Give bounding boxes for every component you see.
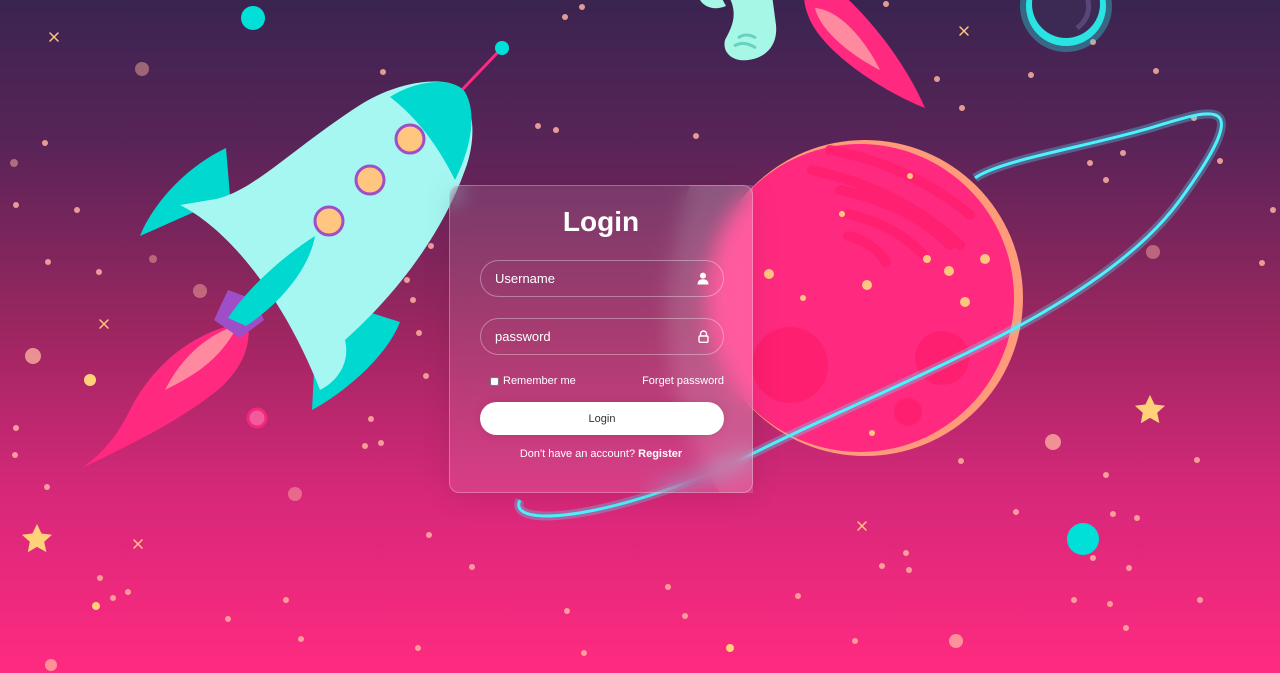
lock-icon	[696, 330, 710, 344]
user-icon	[696, 272, 710, 286]
username-field	[480, 260, 724, 297]
portal	[1020, 0, 1112, 52]
login-card: Login Remember me Forget password Login …	[449, 185, 753, 493]
planet	[706, 140, 1023, 456]
password-input[interactable]	[480, 318, 724, 355]
login-title: Login	[562, 206, 640, 237]
remember-me[interactable]: Remember me	[490, 375, 576, 387]
register-prompt: Don't have an account?	[519, 448, 636, 460]
astronaut	[700, 0, 777, 61]
rocket	[82, 41, 509, 468]
password-field	[480, 318, 724, 355]
remember-checkbox[interactable]	[490, 376, 499, 386]
remember-row: Remember me Forget password	[490, 373, 724, 389]
login-button[interactable]: Login	[480, 402, 724, 435]
register-row: Don't have an account? Register	[450, 448, 752, 460]
register-link[interactable]: Register	[638, 448, 682, 460]
username-input[interactable]	[480, 260, 724, 297]
remember-label: Remember me	[503, 375, 576, 387]
top-flame	[804, 0, 925, 108]
glow-dot	[246, 407, 268, 429]
forgot-password-link[interactable]: Forget password	[642, 375, 724, 387]
